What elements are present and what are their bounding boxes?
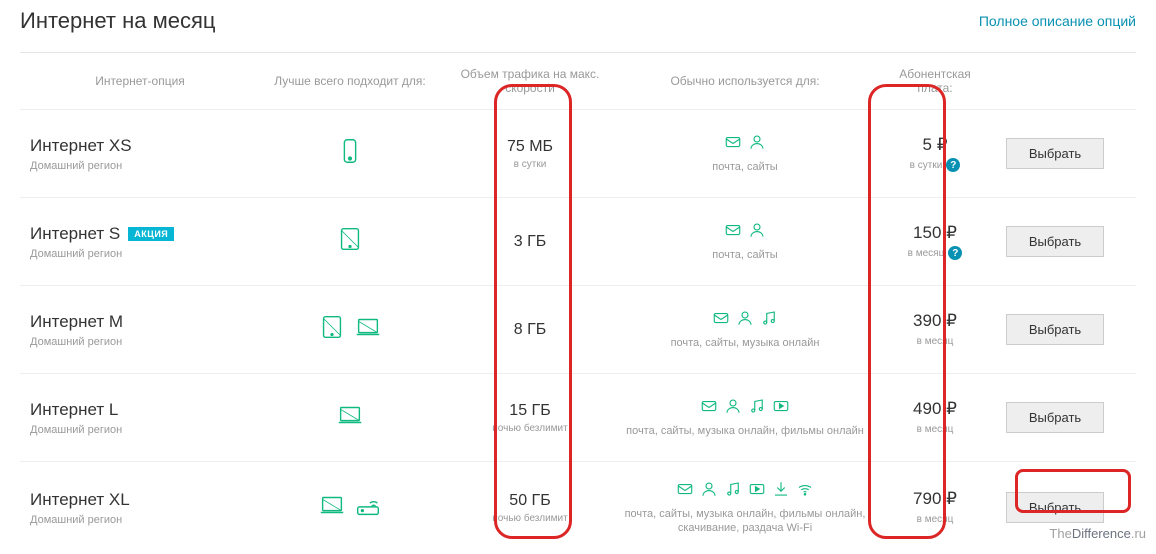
plan-region: Домашний регион	[30, 514, 250, 526]
plan-name: Интернет S	[30, 224, 120, 244]
mail-icon	[676, 480, 694, 498]
col-header-price: Абонентская плата:	[880, 67, 990, 95]
plan-usage: почта, сайты, музыка онлайн	[610, 336, 880, 350]
col-header-volume: Объем трафика на макс. скорости	[450, 67, 610, 95]
ruble-icon	[937, 135, 948, 154]
plan-region: Домашний регион	[30, 424, 250, 436]
plan-price-period: в сутки	[910, 160, 943, 171]
user-icon	[748, 221, 766, 239]
plan-volume: 15 ГБ	[450, 402, 610, 420]
table-row: Интернет XL Домашний регион 50 ГБ ночью …	[20, 461, 1136, 554]
music-icon	[724, 480, 742, 498]
promo-badge: АКЦИЯ	[128, 227, 174, 241]
table-row: Интернет XS Домашний регион 75 МБ в сутк…	[20, 109, 1136, 197]
router-icon	[353, 490, 383, 520]
plan-region: Домашний регион	[30, 336, 250, 348]
plan-volume-sub: ночью безлимит	[450, 423, 610, 434]
plan-name: Интернет XL	[30, 490, 130, 510]
col-header-bestfor: Лучше всего подходит для:	[250, 74, 450, 88]
mail-icon	[724, 133, 742, 151]
table-row: Интернет L Домашний регион 15 ГБ ночью б…	[20, 373, 1136, 461]
laptop-icon	[353, 312, 383, 342]
user-icon	[724, 397, 742, 415]
music-icon	[760, 309, 778, 327]
mail-icon	[712, 309, 730, 327]
table-row: Интернет S АКЦИЯ Домашний регион 3 ГБ по…	[20, 197, 1136, 285]
plan-volume-sub: в сутки	[450, 159, 610, 170]
table-header-row: Интернет-опция Лучше всего подходит для:…	[20, 53, 1136, 109]
plan-price: 5	[922, 135, 931, 154]
col-header-usage: Обычно используется для:	[610, 74, 880, 88]
tablet-icon	[317, 312, 347, 342]
plan-price: 490	[913, 399, 941, 418]
plan-name: Интернет M	[30, 312, 123, 332]
ruble-icon	[946, 311, 957, 330]
plan-name: Интернет XS	[30, 136, 132, 156]
music-icon	[748, 397, 766, 415]
tablet-icon	[335, 224, 365, 254]
select-button[interactable]: Выбрать	[1006, 314, 1104, 345]
plan-price-period: в месяц	[917, 514, 954, 525]
select-button[interactable]: Выбрать	[1006, 402, 1104, 433]
plan-volume: 8 ГБ	[450, 321, 610, 339]
info-icon[interactable]: ?	[948, 246, 962, 260]
mail-icon	[700, 397, 718, 415]
plan-volume: 50 ГБ	[450, 492, 610, 510]
user-icon	[748, 133, 766, 151]
plan-volume-sub: ночью безлимит	[450, 513, 610, 524]
user-icon	[736, 309, 754, 327]
wifi-icon	[796, 480, 814, 498]
download-icon	[772, 480, 790, 498]
laptop-icon	[317, 490, 347, 520]
plans-table: Интернет-опция Лучше всего подходит для:…	[20, 52, 1136, 554]
ruble-icon	[946, 399, 957, 418]
plan-price-period: в месяц	[917, 336, 954, 347]
plan-price: 390	[913, 311, 941, 330]
table-row: Интернет M Домашний регион 8 ГБ почта, с…	[20, 285, 1136, 373]
ruble-icon	[946, 489, 957, 508]
plan-volume: 75 МБ	[450, 138, 610, 156]
info-icon[interactable]: ?	[946, 158, 960, 172]
plan-price-period: в месяц	[917, 424, 954, 435]
ruble-icon	[946, 223, 957, 242]
select-button[interactable]: Выбрать	[1006, 492, 1104, 523]
watermark: TheDifference.ru	[1049, 526, 1146, 541]
phone-icon	[335, 136, 365, 166]
plan-price: 790	[913, 489, 941, 508]
plan-volume: 3 ГБ	[450, 233, 610, 251]
page-title: Интернет на месяц	[20, 8, 215, 34]
plan-region: Домашний регион	[30, 160, 250, 172]
plan-price-period: в месяц	[908, 248, 945, 259]
plan-price: 150	[913, 223, 941, 242]
plan-name: Интернет L	[30, 400, 118, 420]
video-icon	[748, 480, 766, 498]
select-button[interactable]: Выбрать	[1006, 226, 1104, 257]
plan-region: Домашний регион	[30, 248, 250, 260]
plan-usage: почта, сайты	[610, 160, 880, 174]
plan-usage: почта, сайты, музыка онлайн, фильмы онла…	[610, 424, 880, 438]
full-description-link[interactable]: Полное описание опций	[979, 13, 1136, 29]
laptop-icon	[335, 400, 365, 430]
select-button[interactable]: Выбрать	[1006, 138, 1104, 169]
mail-icon	[724, 221, 742, 239]
video-icon	[772, 397, 790, 415]
plan-usage: почта, сайты	[610, 248, 880, 262]
plan-usage: почта, сайты, музыка онлайн, фильмы онла…	[610, 507, 880, 536]
user-icon	[700, 480, 718, 498]
col-header-option: Интернет-опция	[20, 74, 250, 88]
